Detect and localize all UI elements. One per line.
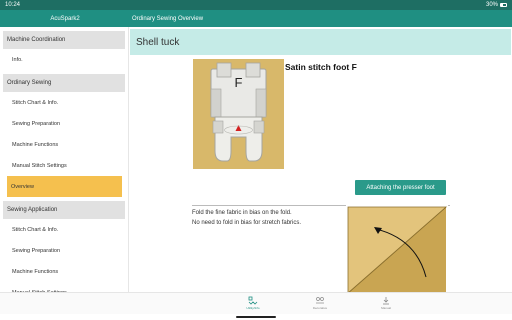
foot-letter: F — [235, 75, 243, 90]
status-bar: 10:24 30% — [0, 0, 512, 10]
nav-utility[interactable]: Utility/Info — [233, 296, 273, 310]
sidebar-item-manual-stitch-settings[interactable]: Manual Stitch Settings — [8, 155, 125, 176]
nav-utility-label: Utility/Info — [246, 306, 260, 310]
manual-icon — [383, 297, 389, 305]
battery-icon — [500, 3, 507, 7]
attach-presser-foot-button[interactable]: Attaching the presser foot — [355, 180, 446, 195]
presser-foot-image: F — [193, 59, 284, 169]
fold-diagram — [346, 205, 448, 292]
app-title: AcuSpark2 — [50, 15, 80, 22]
page-title: Shell tuck — [130, 29, 511, 55]
battery-percent: 30% — [485, 2, 498, 8]
sidebar-item-stitch-chart-2[interactable]: Stitch Chart & Info. — [8, 219, 125, 240]
sidebar-item-sewing-preparation-2[interactable]: Sewing Preparation — [8, 240, 125, 261]
instructions: Fold the fine fabric in bias on the fold… — [192, 208, 342, 228]
sidebar-item-machine-functions[interactable]: Machine Functions — [8, 134, 125, 155]
main-content: Shell tuck F Satin stitch foot F Attachi… — [129, 27, 512, 292]
status-right: 30% — [486, 2, 507, 8]
sidebar-section-machine-coordination[interactable]: Machine Coordination — [3, 31, 125, 49]
sidebar-item-stitch-chart[interactable]: Stitch Chart & Info. — [8, 92, 125, 113]
system-home-bar — [0, 314, 512, 320]
bottom-navigation: Utility/Info Decorative Manual — [0, 292, 512, 314]
fold-fabric-image — [346, 205, 448, 292]
instruction-line-1: Fold the fine fabric in bias on the fold… — [192, 210, 292, 216]
utility-icon — [248, 296, 258, 305]
nav-manual-label: Manual — [381, 306, 391, 310]
sidebar-section-ordinary-sewing[interactable]: Ordinary Sewing — [3, 74, 125, 92]
sidebar: Machine Coordination Info. Ordinary Sewi… — [0, 27, 128, 315]
nav-manual[interactable]: Manual — [366, 296, 406, 310]
nav-decorative-label: Decorative — [312, 306, 328, 310]
decorative-icon — [316, 297, 324, 304]
nav-decorative[interactable]: Decorative — [300, 296, 340, 310]
breadcrumb: Ordinary Sewing Overview — [132, 15, 204, 22]
sidebar-section-sewing-application[interactable]: Sewing Application — [3, 201, 125, 219]
sidebar-item-sewing-preparation[interactable]: Sewing Preparation — [8, 113, 125, 134]
sidebar-item-machine-functions-2[interactable]: Machine Functions — [8, 261, 125, 282]
sidebar-item-info[interactable]: Info. — [8, 49, 125, 70]
status-time: 10:24 — [5, 2, 21, 8]
home-indicator[interactable] — [236, 316, 276, 318]
foot-name: Satin stitch foot F — [285, 62, 357, 72]
presser-foot-illustration: F — [210, 62, 267, 162]
sidebar-item-overview[interactable]: Overview — [7, 176, 122, 197]
instruction-line-2: No need to fold in bias for stretch fabr… — [192, 220, 302, 226]
app-bar: AcuSpark2 Ordinary Sewing Overview — [0, 10, 512, 27]
